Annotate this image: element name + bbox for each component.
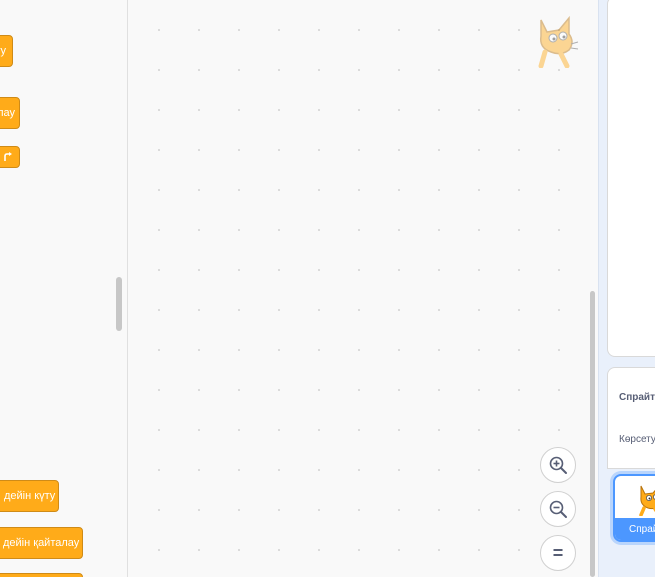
control-block-wait-until[interactable]: дейін күту [0,480,59,512]
block-label: гу [0,45,6,57]
zoom-out-button[interactable] [540,491,576,527]
block-palette: гу лау дейін күту дейін қайталау [0,0,128,577]
control-block-partial[interactable] [0,573,83,577]
control-block-repeat-until[interactable]: дейін қайталау [0,527,83,559]
stage[interactable] [607,0,655,357]
sprite-watermark-icon [538,15,579,68]
show-label: Көрсету [619,434,655,445]
sprite-name-label: Спрайт [619,392,655,403]
block-label: дейін қайталау [3,537,80,549]
zoom-reset-button[interactable]: = [540,535,576,571]
sprite-tile-name: Спрайт1 [615,518,655,540]
zoom-in-icon [549,456,567,474]
zoom-reset-label: = [552,542,564,563]
block-label: лау [0,107,15,119]
script-area-scrollbar[interactable] [590,291,595,577]
control-block-repeat[interactable]: лау [0,97,20,129]
control-block-wait[interactable]: гу [0,35,13,67]
zoom-in-button[interactable] [540,447,576,483]
loop-arrow-icon [4,152,12,161]
palette-scrollbar[interactable] [116,277,122,331]
sprite-tile-selected[interactable]: Спрайт1 [613,474,655,542]
block-label: дейін күту [4,490,56,502]
cat-sprite-icon [639,485,655,516]
sprite-info-panel [607,367,655,469]
control-block-repeat-end[interactable] [0,146,20,168]
zoom-out-icon [549,500,567,518]
script-area[interactable] [129,0,597,577]
